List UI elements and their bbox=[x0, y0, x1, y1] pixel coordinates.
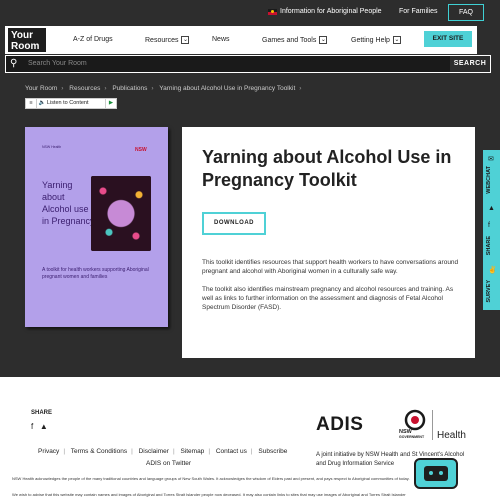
listen-label: Listen to Content bbox=[46, 100, 89, 106]
chevron-right-icon: › bbox=[299, 85, 302, 92]
nav-resources-label: Resources bbox=[145, 36, 179, 44]
chevron-down-icon: ⌄ bbox=[392, 36, 401, 44]
nav-az-drugs[interactable]: A-Z of Drugs bbox=[73, 36, 113, 43]
share-label: SHARE bbox=[486, 236, 492, 256]
webchat-label[interactable]: WEBCHAT bbox=[486, 166, 492, 194]
facebook-icon[interactable]: f bbox=[31, 422, 33, 431]
nav-getting-help[interactable]: Getting Help ⌄ bbox=[351, 36, 401, 44]
site-logo[interactable]: Your Room bbox=[6, 26, 48, 54]
breadcrumb-publications[interactable]: Publications bbox=[112, 85, 147, 92]
faq-button[interactable]: FAQ bbox=[448, 4, 484, 21]
play-icon: ▶ bbox=[105, 99, 116, 108]
menu-icon: ≡ bbox=[26, 99, 37, 108]
nav-resources[interactable]: Resources ⌄ bbox=[145, 36, 190, 44]
health-label: Health bbox=[437, 430, 466, 441]
speaker-icon: 🔈 bbox=[38, 100, 46, 106]
adis-logo[interactable]: ADIS bbox=[316, 414, 363, 436]
description-paragraph-1: This toolkit identifies resources that s… bbox=[202, 259, 459, 275]
aboriginal-info-link[interactable]: Information for Aboriginal People bbox=[280, 8, 382, 15]
search-button[interactable]: SEARCH bbox=[450, 56, 490, 72]
aboriginal-artwork bbox=[91, 176, 151, 251]
adis-twitter-link[interactable]: ADIS on Twitter bbox=[146, 460, 191, 467]
government-label: GOVERNMENT bbox=[399, 435, 425, 439]
cover-title: Yarning about Alcohol use in Pregnancy bbox=[42, 180, 95, 226]
breadcrumb-your-room[interactable]: Your Room bbox=[25, 85, 57, 92]
breadcrumb-current: Yarning about Alcohol Use in Pregnancy T… bbox=[159, 85, 296, 92]
breadcrumb: Your Room › Resources › Publications › Yarn… bbox=[25, 85, 305, 92]
thumbs-icon[interactable]: ✌ bbox=[488, 266, 497, 274]
chevron-right-icon: › bbox=[61, 85, 64, 92]
nsw-logo-small: NSW bbox=[135, 147, 147, 153]
nav-games-label: Games and Tools bbox=[262, 36, 317, 44]
footer-share-heading: SHARE bbox=[31, 410, 53, 416]
download-button[interactable]: DOWNLOAD bbox=[202, 212, 266, 235]
subscribe-link[interactable]: Subscribe bbox=[258, 448, 287, 455]
logo-divider bbox=[432, 410, 433, 440]
twitter-icon[interactable]: ▲ bbox=[40, 422, 48, 431]
footer-social: f ▲ bbox=[31, 422, 48, 431]
twitter-icon[interactable]: ▲ bbox=[488, 205, 495, 212]
breadcrumb-resources[interactable]: Resources bbox=[69, 85, 100, 92]
disclaimer-link[interactable]: Disclaimer bbox=[139, 448, 169, 455]
nav-news[interactable]: News bbox=[212, 36, 230, 43]
search-placeholder: Search Your Room bbox=[28, 60, 87, 67]
nav-help-label: Getting Help bbox=[351, 36, 390, 44]
survey-label[interactable]: SURVEY bbox=[486, 280, 492, 303]
page-title: Yarning about Alcohol Use in Pregnancy T… bbox=[202, 147, 452, 190]
listen-to-content-button[interactable]: ≡ 🔈 Listen to Content ▶ bbox=[25, 98, 117, 109]
chevron-right-icon: › bbox=[151, 85, 154, 92]
aboriginal-flag-icon bbox=[268, 9, 277, 15]
facebook-icon[interactable]: f bbox=[488, 222, 490, 229]
search-icon: ⚲ bbox=[10, 58, 18, 69]
logo-line1: Your bbox=[11, 30, 34, 41]
cover-caption: NSW Health bbox=[42, 145, 62, 149]
description-paragraph-2: The toolkit also identifies mainstream p… bbox=[202, 286, 454, 311]
terms-link[interactable]: Terms & Conditions bbox=[71, 448, 127, 455]
chatbot-button[interactable] bbox=[414, 458, 458, 489]
chevron-down-icon: ⌄ bbox=[181, 36, 190, 44]
exit-site-button[interactable]: EXIT SITE bbox=[424, 31, 472, 47]
nav-games-tools[interactable]: Games and Tools ⌄ bbox=[262, 36, 328, 44]
footer-links: Privacy | Terms & Conditions | Disclaimer |… bbox=[38, 448, 288, 455]
privacy-link[interactable]: Privacy bbox=[38, 448, 59, 455]
chat-icon[interactable]: ✉ bbox=[488, 155, 494, 163]
chevron-right-icon: › bbox=[104, 85, 107, 92]
families-link[interactable]: For Families bbox=[399, 8, 438, 15]
chevron-down-icon: ⌄ bbox=[319, 36, 328, 44]
cover-subtitle: A toolkit for health workers supporting … bbox=[42, 267, 149, 280]
logo-line2: Room bbox=[11, 41, 40, 52]
contact-link[interactable]: Contact us bbox=[216, 448, 247, 455]
robot-icon bbox=[424, 466, 448, 481]
sitemap-link[interactable]: Sitemap bbox=[180, 448, 204, 455]
advisory-text: We wish to advise that this website may … bbox=[12, 492, 406, 497]
nsw-government-logo-text: NSW GOVERNMENT bbox=[399, 429, 425, 440]
